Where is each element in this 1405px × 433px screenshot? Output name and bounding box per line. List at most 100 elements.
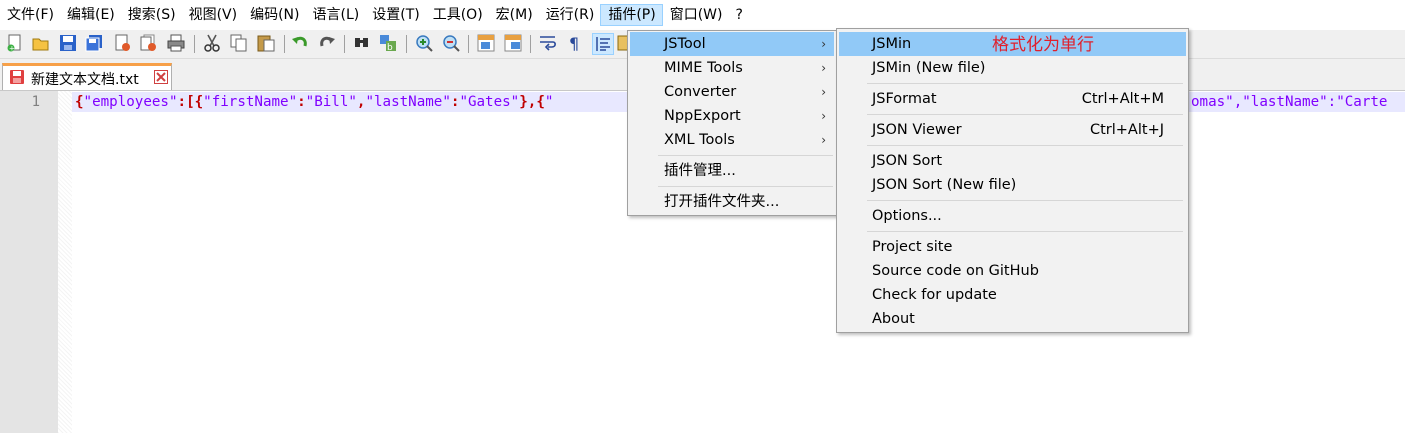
- menu-plugins[interactable]: 插件(P): [600, 4, 663, 26]
- menu-language[interactable]: 语言(L): [306, 4, 366, 26]
- print-icon[interactable]: [166, 33, 186, 53]
- jstool-item-label: JSON Sort: [872, 153, 943, 169]
- plugin-item-open-folder[interactable]: 打开插件文件夹...: [630, 190, 834, 214]
- jstool-item-project-site[interactable]: Project site: [839, 235, 1186, 259]
- submenu-arrow-icon: ›: [821, 61, 826, 75]
- menu-bar: 文件(F) 编辑(E) 搜索(S) 视图(V) 编码(N) 语言(L) 设置(T…: [0, 0, 1405, 30]
- zoom-out-icon[interactable]: [441, 33, 461, 53]
- jstool-item-about[interactable]: About: [839, 307, 1186, 331]
- jstool-item-check-update[interactable]: Check for update: [839, 283, 1186, 307]
- unsaved-file-icon: [9, 69, 25, 89]
- submenu-arrow-icon: ›: [821, 85, 826, 99]
- menu-separator: [867, 200, 1183, 201]
- plugin-item-mime-tools[interactable]: MIME Tools ›: [630, 56, 834, 80]
- new-file-icon[interactable]: +: [5, 33, 25, 53]
- redo-icon[interactable]: [317, 33, 337, 53]
- menu-run[interactable]: 运行(R): [539, 4, 601, 26]
- jstool-item-label: About: [872, 311, 915, 327]
- line-number-margin: [0, 91, 58, 433]
- menu-help[interactable]: ?: [729, 4, 749, 26]
- jstool-item-label: Source code on GitHub: [872, 263, 1039, 279]
- submenu-arrow-icon: ›: [821, 37, 826, 51]
- jstool-item-label: Options...: [872, 208, 942, 224]
- plugin-item-label: MIME Tools: [664, 60, 743, 76]
- jstool-shortcut: Ctrl+Alt+J: [1089, 122, 1164, 138]
- jstool-item-label: JSFormat: [872, 91, 937, 107]
- annotation-label: 格式化为单行: [992, 35, 1094, 55]
- plugin-item-label: XML Tools: [664, 132, 735, 148]
- jstool-item-label: JSMin: [872, 36, 912, 52]
- jstool-item-jsformat[interactable]: JSFormat Ctrl+Alt+M: [839, 87, 1186, 111]
- jstool-item-json-sort[interactable]: JSON Sort: [839, 149, 1186, 173]
- jstool-item-source-code[interactable]: Source code on GitHub: [839, 259, 1186, 283]
- find-icon[interactable]: [352, 33, 372, 53]
- jstool-item-label: JSMin (New file): [872, 60, 986, 76]
- menu-settings[interactable]: 设置(T): [365, 4, 425, 26]
- open-file-icon[interactable]: [31, 33, 51, 53]
- menu-separator: [658, 155, 833, 156]
- plugin-item-label: JSTool: [664, 36, 706, 52]
- menu-separator: [658, 186, 833, 187]
- indent-guide-icon[interactable]: [592, 33, 614, 55]
- plugin-item-label: NppExport: [664, 108, 741, 124]
- plugin-item-label: Converter: [664, 84, 737, 100]
- tab-close-icon[interactable]: [154, 70, 168, 88]
- paste-icon[interactable]: [256, 33, 276, 53]
- jstool-item-jsmin-new-file[interactable]: JSMin (New file): [839, 56, 1186, 80]
- jstool-item-json-sort-new-file[interactable]: JSON Sort (New file): [839, 173, 1186, 197]
- code-left: {"employees":[{"firstName":"Bill","lastN…: [75, 94, 554, 110]
- jstool-submenu: JSMin JSMin (New file) JSFormat Ctrl+Alt…: [836, 28, 1189, 333]
- code-text[interactable]: {"employees":[{"firstName":"Bill","lastN…: [75, 93, 553, 111]
- line-number: 1: [31, 94, 40, 110]
- save-icon[interactable]: [58, 33, 78, 53]
- jstool-item-label: JSON Viewer: [872, 122, 962, 138]
- plugin-item-xml-tools[interactable]: XML Tools ›: [630, 128, 834, 152]
- plugin-item-label: 打开插件文件夹...: [664, 194, 780, 210]
- sync-horizontal-icon[interactable]: [503, 33, 523, 53]
- save-all-icon[interactable]: [84, 33, 104, 53]
- sync-vertical-icon[interactable]: [476, 33, 496, 53]
- replace-icon[interactable]: b: [378, 33, 398, 53]
- menu-separator: [867, 145, 1183, 146]
- menu-edit[interactable]: 编辑(E): [60, 4, 121, 26]
- menu-macro[interactable]: 宏(M): [489, 4, 539, 26]
- menu-file[interactable]: 文件(F): [0, 4, 60, 26]
- close-all-icon[interactable]: [138, 33, 158, 53]
- menu-separator: [867, 114, 1183, 115]
- menu-tools[interactable]: 工具(O): [426, 4, 489, 26]
- svg-text:+: +: [9, 45, 15, 53]
- code-right: omas","lastName":"Carte: [1191, 94, 1388, 110]
- jstool-item-label: Project site: [872, 239, 953, 255]
- tab-title: 新建文本文档.txt: [31, 72, 139, 88]
- plugin-item-converter[interactable]: Converter ›: [630, 80, 834, 104]
- close-icon[interactable]: [112, 33, 132, 53]
- copy-icon[interactable]: [229, 33, 249, 53]
- undo-icon[interactable]: [290, 33, 310, 53]
- menu-window[interactable]: 窗口(W): [663, 4, 729, 26]
- menu-search[interactable]: 搜索(S): [121, 4, 182, 26]
- jstool-shortcut: Ctrl+Alt+M: [1081, 91, 1164, 107]
- submenu-arrow-icon: ›: [821, 109, 826, 123]
- word-wrap-icon[interactable]: [538, 33, 558, 53]
- menu-view[interactable]: 视图(V): [182, 4, 244, 26]
- plugin-item-jstool[interactable]: JSTool ›: [630, 32, 834, 56]
- jstool-item-json-viewer[interactable]: JSON Viewer Ctrl+Alt+J: [839, 118, 1186, 142]
- menu-encoding[interactable]: 编码(N): [243, 4, 305, 26]
- svg-text:¶: ¶: [569, 34, 579, 52]
- cut-icon[interactable]: [202, 33, 222, 53]
- plugin-item-nppexport[interactable]: NppExport ›: [630, 104, 834, 128]
- jstool-item-options[interactable]: Options...: [839, 204, 1186, 228]
- show-all-chars-icon[interactable]: ¶: [565, 33, 585, 53]
- jstool-item-label: JSON Sort (New file): [872, 177, 1017, 193]
- submenu-arrow-icon: ›: [821, 133, 826, 147]
- fold-margin: [58, 91, 72, 433]
- tab-document[interactable]: 新建文本文档.txt: [2, 63, 172, 90]
- plugin-item-label: 插件管理...: [664, 163, 736, 179]
- menu-separator: [867, 231, 1183, 232]
- plugins-dropdown: JSTool › MIME Tools › Converter › NppExp…: [627, 30, 837, 216]
- menu-separator: [867, 83, 1183, 84]
- svg-text:b: b: [387, 43, 393, 52]
- plugin-item-plugin-admin[interactable]: 插件管理...: [630, 159, 834, 183]
- zoom-in-icon[interactable]: [414, 33, 434, 53]
- jstool-item-label: Check for update: [872, 287, 997, 303]
